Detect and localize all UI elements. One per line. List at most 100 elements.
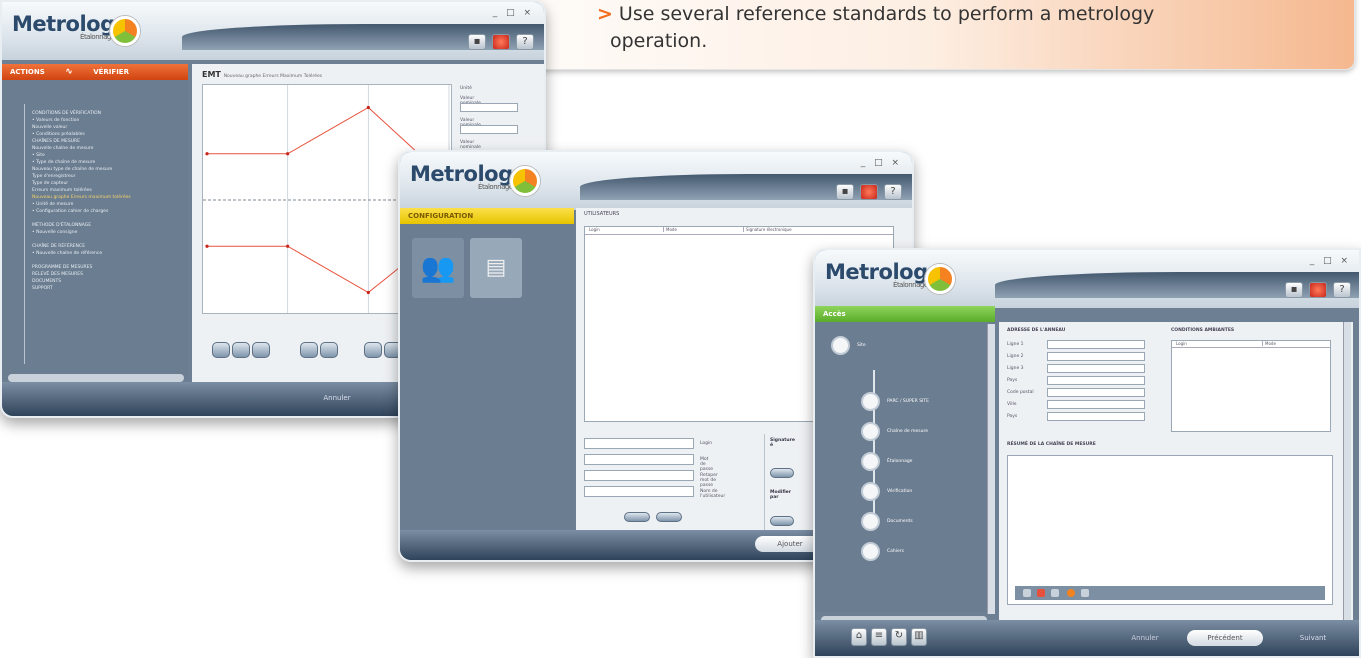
step-icon[interactable] [861, 542, 880, 561]
toolbar-button-3[interactable] [252, 342, 270, 358]
step-icon[interactable] [831, 336, 850, 355]
tool-icon-5[interactable] [1081, 589, 1089, 597]
tool-icon-2[interactable] [1037, 589, 1045, 597]
window-controls[interactable]: _ □ × [861, 158, 902, 168]
step-icon[interactable] [861, 392, 880, 411]
address-field[interactable] [1047, 400, 1145, 409]
col-login[interactable]: Login [1176, 341, 1187, 346]
step-label[interactable]: PARC / SUPER SITE [887, 399, 929, 404]
nav-item[interactable]: PROGRAMME DE MESURES [32, 264, 188, 271]
value-field-2[interactable] [460, 125, 518, 134]
tool-icon-1[interactable] [1023, 589, 1031, 597]
form-scrollbar-vertical[interactable] [1343, 322, 1351, 622]
trash-icon[interactable]: ▥ [911, 628, 927, 646]
col-login[interactable]: Login [589, 227, 600, 232]
refresh-icon[interactable]: ↻ [891, 628, 907, 646]
col-mode[interactable]: Mode [663, 227, 677, 232]
tool-icon-4[interactable] [1067, 589, 1075, 597]
step-label[interactable]: Site [857, 343, 866, 348]
password-field[interactable] [584, 454, 694, 465]
modify-button[interactable] [770, 516, 794, 526]
save-icon[interactable]: ▪ [1285, 282, 1303, 298]
step-label[interactable]: Étalonnage [887, 459, 912, 464]
toolbar-button-6[interactable] [364, 342, 382, 358]
step-icon[interactable] [861, 482, 880, 501]
nav-item[interactable]: Erreurs maximum tolérées [32, 187, 188, 194]
form-button-1[interactable] [624, 512, 650, 522]
address-field[interactable] [1047, 364, 1145, 373]
summary-pane[interactable] [1007, 455, 1333, 605]
nav-item[interactable]: DOCUMENTS [32, 278, 188, 285]
nav-item[interactable]: RELEVÉ DES MESURES [32, 271, 188, 278]
help-icon[interactable]: ? [516, 34, 534, 50]
help-icon[interactable]: ? [1333, 282, 1351, 298]
previous-button[interactable]: Précédent [1187, 630, 1263, 646]
save-icon[interactable]: ▪ [468, 34, 486, 50]
nav-item[interactable]: • Configuration cahier de charges [32, 208, 188, 215]
nav-item[interactable]: CHAÎNE DE RÉFÉRENCE [32, 243, 188, 250]
nav-item[interactable]: • Valeurs de fonction [32, 117, 188, 124]
nav-item[interactable]: • Site [32, 152, 188, 159]
nav-item[interactable]: Nouveau type de chaîne de mesure [32, 166, 188, 173]
form-button-2[interactable] [656, 512, 682, 522]
cancel-button[interactable]: Annuler [1115, 630, 1175, 646]
window-controls[interactable]: _ □ × [493, 8, 534, 18]
nav-item[interactable]: Nouvelle valeur [32, 124, 188, 131]
step-label[interactable]: Vérification [887, 489, 912, 494]
save-icon[interactable]: ▪ [836, 184, 854, 200]
toolbar-button-4[interactable] [300, 342, 318, 358]
nav-item[interactable]: SUPPORT [32, 285, 188, 292]
print-icon[interactable] [860, 184, 878, 200]
confirm-password-field[interactable] [584, 470, 694, 481]
toolbar-button-5[interactable] [320, 342, 338, 358]
address-field[interactable] [1047, 376, 1145, 385]
nav-item[interactable]: MÉTHODE D'ÉTALONNAGE [32, 222, 188, 229]
tool-icon-3[interactable] [1051, 589, 1059, 597]
toolbar-button-2[interactable] [232, 342, 250, 358]
step-label[interactable]: Cahiers [887, 549, 904, 554]
signature-button[interactable] [770, 468, 794, 478]
nav-item[interactable]: Nouvelle chaîne de mesure [32, 145, 188, 152]
print-icon[interactable] [1309, 282, 1327, 298]
help-icon[interactable]: ? [884, 184, 902, 200]
next-button[interactable]: Suivant [1275, 630, 1351, 646]
list-icon[interactable]: ≡ [871, 628, 887, 646]
value-field-1[interactable] [460, 103, 518, 112]
nav-scrollbar[interactable] [8, 374, 184, 382]
col-mode[interactable]: Mode [1262, 341, 1276, 346]
nav-item[interactable]: • Nouvelle chaîne de référence [32, 250, 188, 257]
address-field[interactable] [1047, 340, 1145, 349]
nav-item[interactable] [32, 215, 188, 222]
device-icon[interactable]: ▤ [470, 238, 522, 298]
wave-icon[interactable]: ∿ [65, 67, 73, 77]
nav-item[interactable]: • Nouvelle consigne [32, 229, 188, 236]
address-field[interactable] [1047, 388, 1145, 397]
toolbar-button-1[interactable] [212, 342, 230, 358]
print-icon[interactable] [492, 34, 510, 50]
nav-item[interactable]: CONDITIONS DE VÉRIFICATION [32, 110, 188, 117]
step-label[interactable]: Chaîne de mesure [887, 429, 928, 434]
cancel-button[interactable]: Annuler [302, 390, 372, 406]
menubar[interactable]: Accès [815, 306, 995, 322]
address-field[interactable] [1047, 352, 1145, 361]
home-icon[interactable]: ⌂ [851, 628, 867, 646]
nav-item[interactable]: Type de capteur [32, 180, 188, 187]
nav-item[interactable]: • Conditions préalables [32, 131, 188, 138]
address-field[interactable] [1047, 412, 1145, 421]
step-label[interactable]: Documents [887, 519, 913, 524]
conditions-table[interactable]: Login Mode [1171, 340, 1331, 432]
window-controls[interactable]: _ □ × [1310, 256, 1351, 266]
menu-verifier[interactable]: VÉRIFIER [93, 68, 129, 76]
nav-item[interactable]: CHAÎNES DE MESURE [32, 138, 188, 145]
login-field[interactable] [584, 438, 694, 449]
nav-item[interactable]: • Type de chaîne de mesure [32, 159, 188, 166]
nav-item[interactable] [32, 257, 188, 264]
col-signature[interactable]: Signature électronique [743, 227, 792, 232]
menubar[interactable]: CONFIGURATION [400, 208, 574, 224]
username-field[interactable] [584, 486, 694, 497]
step-icon[interactable] [861, 452, 880, 471]
side-scrollbar-vertical[interactable] [987, 324, 995, 614]
nav-item[interactable]: Nouveau graphe Erreurs maximum tolérées [32, 194, 188, 201]
nav-item[interactable]: • Unité de mesure [32, 201, 188, 208]
nav-item[interactable]: Type d'enregistreur [32, 173, 188, 180]
